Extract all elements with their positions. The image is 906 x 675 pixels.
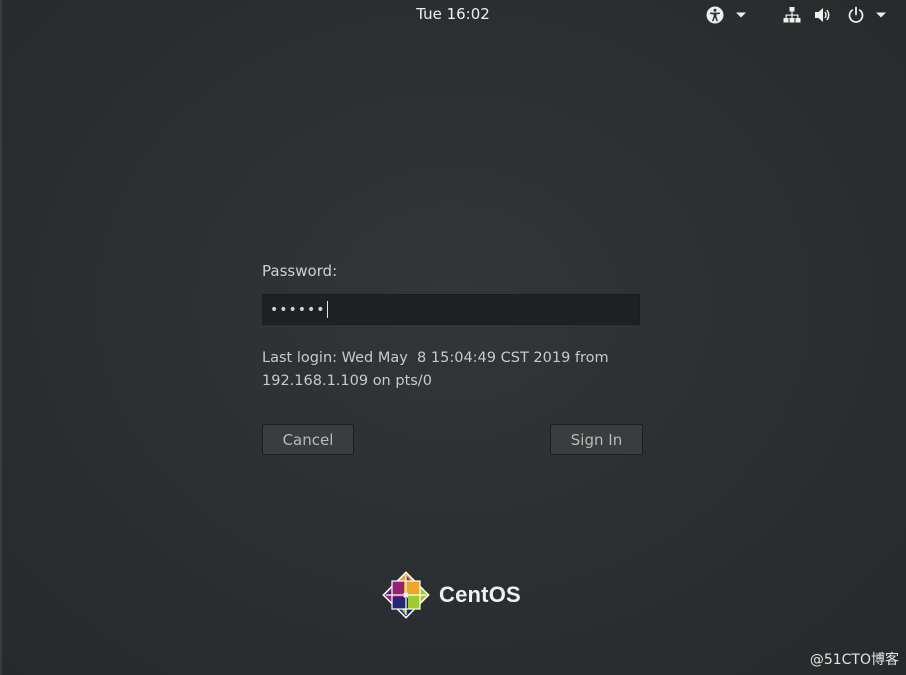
password-label: Password:: [262, 262, 338, 280]
last-login-message: Last login: Wed May 8 15:04:49 CST 2019 …: [262, 347, 682, 393]
password-value: ••••••: [270, 301, 326, 318]
clock[interactable]: Tue 16:02: [0, 5, 906, 23]
accessibility-icon[interactable]: [704, 5, 726, 25]
centos-logo-icon: [382, 571, 430, 619]
cancel-button[interactable]: Cancel: [262, 424, 354, 455]
power-icon[interactable]: [845, 5, 867, 25]
password-input[interactable]: ••••••: [262, 294, 640, 325]
top-bar: Tue 16:02: [0, 0, 906, 30]
volume-icon[interactable]: [812, 5, 834, 25]
screen-edge: [0, 0, 2, 675]
last-login-line-2: 192.168.1.109 on pts/0: [262, 373, 432, 389]
chevron-down-icon[interactable]: [873, 5, 889, 25]
centos-logo: CentOS: [382, 571, 521, 619]
watermark: @51CTO博客: [809, 652, 899, 668]
chevron-down-icon[interactable]: [733, 5, 749, 25]
sign-in-button[interactable]: Sign In: [550, 424, 643, 455]
network-icon[interactable]: [781, 5, 803, 25]
last-login-line-1: Last login: Wed May 8 15:04:49 CST 2019 …: [262, 350, 609, 366]
text-cursor: [326, 301, 328, 318]
login-screen: Tue 16:02 Password: •••••• Last login: W…: [0, 0, 906, 675]
centos-logo-text: CentOS: [439, 582, 521, 607]
